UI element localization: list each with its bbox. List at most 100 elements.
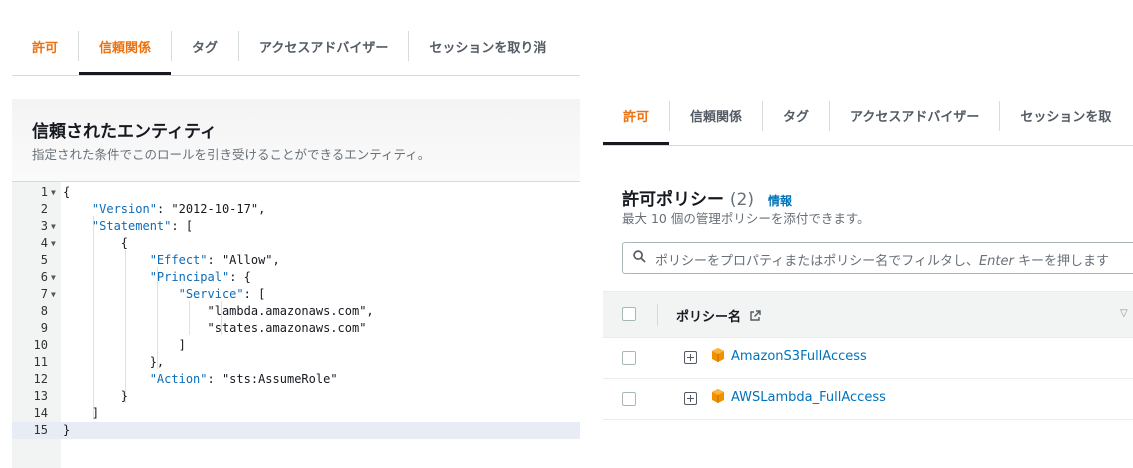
tab-revoke-sessions[interactable]: セッションを取 [1000,89,1131,141]
aws-managed-policy-icon [712,389,724,403]
line-number: 7 [40,287,48,301]
policy-link[interactable]: AmazonS3FullAccess [731,349,867,364]
code-text: "states.amazonaws.com" [63,321,367,335]
fold-toggle-icon[interactable]: ▼ [51,286,56,303]
policy-link[interactable]: AWSLambda_FullAccess [731,390,886,405]
policy-count: (2) [729,190,755,210]
permissions-panel: 許可 信頼関係 タグ アクセスアドバイザー セッションを取 許可ポリシー (2)… [603,0,1133,467]
row-checkbox[interactable] [622,392,636,406]
expand-icon[interactable] [684,392,697,405]
column-divider [657,304,658,326]
code-text: "lambda.amazonaws.com", [63,304,374,318]
code-line: 3 ▼ "Statement": [ [12,218,580,235]
code-line: 4 ▼ { [12,235,580,252]
select-all-checkbox[interactable] [622,307,636,321]
permission-policies-title: 許可ポリシー (2) 情報 [622,185,792,210]
line-number: 13 [33,389,48,403]
code-text: { [63,236,129,250]
code-line: 2 "Version": "2012-10-17", [12,201,580,218]
code-line: 7 ▼ "Service": [ [12,286,580,303]
code-text: "Version": "2012-10-17", [91,202,266,216]
policies-heading: 許可ポリシー [622,190,724,210]
search-placeholder: ポリシーをプロパティまたはポリシー名でフィルタし、Enter キーを押します [655,250,1109,269]
code-text: ] [63,406,100,420]
line-number: 11 [33,355,48,369]
line-number: 8 [40,304,48,318]
trusted-entities-header: 信頼されたエンティティ 指定された条件でこのロールを引き受けることができるエンテ… [12,99,580,181]
code-line: 11 }, [12,354,580,371]
code-line: 9 "states.amazonaws.com" [12,320,580,337]
code-line: 6 ▼ "Principal": { [12,269,580,286]
tab-label: 信頼関係 [690,109,743,125]
placeholder-text: ポリシーをプロパティまたはポリシー名でフィルタし、 [655,254,979,269]
tab-label: 信頼関係 [99,40,152,56]
info-link[interactable]: 情報 [768,194,792,208]
code-line: 8 "lambda.amazonaws.com", [12,303,580,320]
table-row: AmazonS3FullAccess [603,337,1133,379]
tab-label: セッションを取 [1020,109,1112,125]
tab-permissions[interactable]: 許可 [603,89,670,145]
line-number: 3 [40,219,48,233]
trusted-entities-description: 指定された条件でこのロールを引き受けることができるエンティティ。 [32,147,431,162]
fold-toggle-icon[interactable]: ▼ [51,269,56,286]
line-number: 2 [40,202,48,216]
code-text: "Service": [ [178,287,266,301]
policy-table-header: ポリシー名 ▽ [603,291,1133,338]
line-number: 12 [33,372,48,386]
tab-label: タグ [783,109,810,125]
expand-icon[interactable] [684,351,697,364]
code-text: "Statement": [ [91,219,194,233]
sort-icon[interactable]: ▽ [1120,308,1128,319]
trust-policy-editor[interactable]: 1 ▼{2 "Version": "2012-10-17", 3 ▼ "Stateme… [12,181,580,468]
tab-label: 許可 [32,40,59,56]
fold-toggle-icon[interactable]: ▼ [51,218,56,235]
tab-permissions[interactable]: 許可 [12,24,78,68]
column-label: ポリシー名 [676,310,742,325]
search-icon [633,250,646,263]
code-line: 13 } [12,388,580,405]
code-line: 10 ] [12,337,580,354]
tab-label: アクセスアドバイザー [259,40,389,56]
code-line: 12 "Action": "sts:AssumeRole" [12,371,580,388]
line-number: 5 [40,253,48,267]
tab-label: タグ [192,40,219,56]
line-number: 10 [33,338,48,352]
line-number: 9 [40,321,48,335]
tab-access-advisor[interactable]: アクセスアドバイザー [239,24,408,68]
tab-label: 許可 [623,109,650,125]
policy-filter-input[interactable]: ポリシーをプロパティまたはポリシー名でフィルタし、Enter キーを押します [622,242,1133,274]
tab-label: セッションを取り消 [429,40,547,56]
line-number: 4 [40,236,48,250]
role-tabs: 許可 信頼関係 タグ アクセスアドバイザー セッションを取り消 [12,24,580,76]
placeholder-text: キーを押します [1013,254,1110,269]
table-row: AWSLambda_FullAccess [603,378,1133,420]
row-checkbox[interactable] [622,351,636,365]
code-text: }, [63,355,165,369]
external-link-icon [749,310,761,321]
code-text: "Principal": { [149,270,251,284]
code-text: "Effect": "Allow", [149,253,280,267]
code-text: } [63,389,129,403]
code-line: 15} [12,422,580,439]
trust-relationships-panel: 許可 信頼関係 タグ アクセスアドバイザー セッションを取り消 信頼されたエンテ… [0,0,580,468]
column-policy-name[interactable]: ポリシー名 [676,306,761,325]
code-line: 14 ] [12,405,580,422]
fold-toggle-icon[interactable]: ▼ [51,235,56,252]
code-line: 5 "Effect": "Allow", [12,252,580,269]
line-number: 1 [40,185,48,199]
trusted-entities-title: 信頼されたエンティティ [32,122,217,142]
fold-toggle-icon[interactable]: ▼ [51,184,56,201]
code-line: 1 ▼ { [12,184,580,201]
code-text: } [63,423,71,437]
tab-tags[interactable]: タグ [763,89,829,141]
tab-trust-relationships[interactable]: 信頼関係 [79,24,172,75]
tab-trust-relationships[interactable]: 信頼関係 [670,89,762,141]
code-text: { [63,185,71,199]
aws-managed-policy-icon [712,348,724,362]
tab-access-advisor[interactable]: アクセスアドバイザー [830,89,999,141]
tab-revoke-sessions[interactable]: セッションを取り消 [409,24,566,68]
policies-description: 最大 10 個の管理ポリシーを添付できます。 [622,211,870,226]
tab-tags[interactable]: タグ [172,24,238,68]
line-number: 15 [33,423,48,437]
tab-label: アクセスアドバイザー [850,109,980,125]
